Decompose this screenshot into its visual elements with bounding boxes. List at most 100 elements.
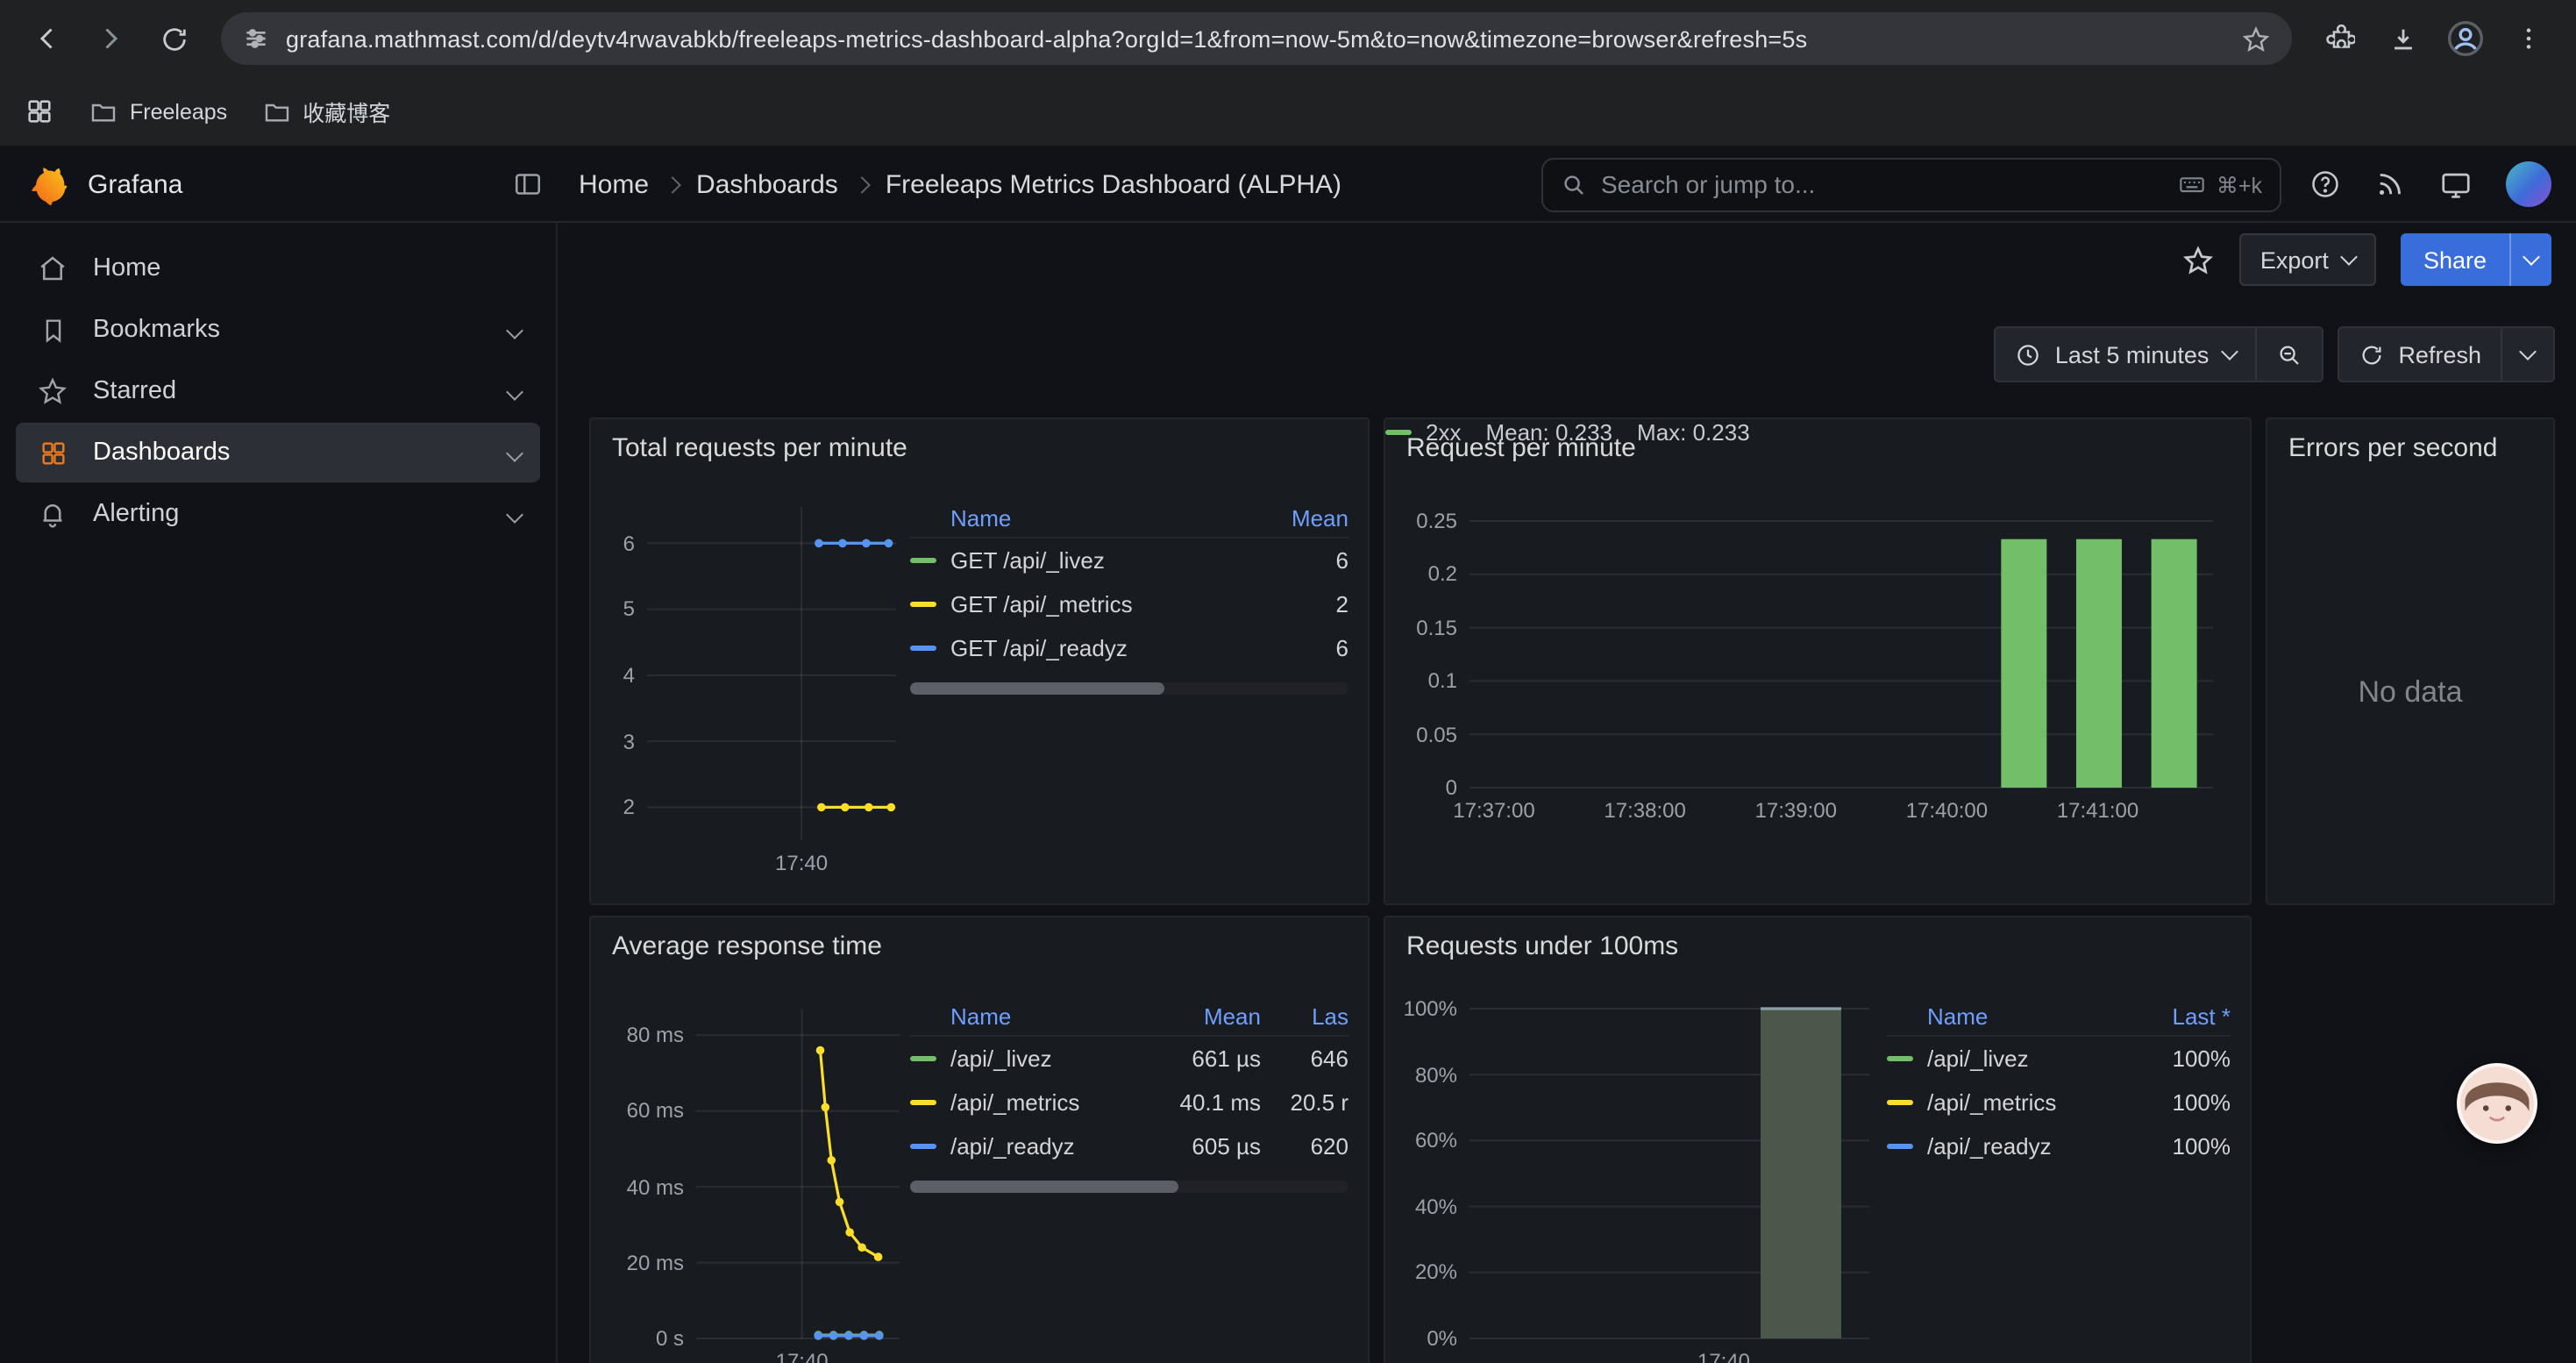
y-tick-label: 0% <box>1427 1326 1457 1351</box>
panel-title[interactable]: Errors per second <box>2288 433 2497 463</box>
legend-column-header[interactable]: Mean <box>1156 1003 1261 1030</box>
chevron-down-icon[interactable] <box>509 439 521 467</box>
legend-header: Name Last * <box>1887 998 2231 1037</box>
extensions-icon[interactable] <box>2309 9 2369 68</box>
series-color-dash <box>910 1144 936 1149</box>
legend-series-name[interactable]: /api/_livez <box>910 1045 1142 1072</box>
sidebar-item-label: Dashboards <box>93 439 230 467</box>
refresh-interval-button[interactable] <box>2501 328 2553 381</box>
y-tick-label: 20 ms <box>627 1251 684 1275</box>
chevron-down-icon <box>2523 247 2540 265</box>
legend-series-name[interactable]: /api/_readyz <box>1887 1133 2118 1160</box>
time-range-button[interactable]: Last 5 minutes <box>1996 328 2255 381</box>
legend-column-header[interactable]: Name <box>910 1003 1142 1030</box>
legend-value: 661 µs <box>1156 1045 1261 1072</box>
search-input[interactable]: Search or jump to... ⌘+k <box>1541 157 2281 211</box>
x-tick-label: 17:41:00 <box>2028 798 2168 823</box>
site-settings-icon[interactable] <box>242 25 270 53</box>
legend-column-header[interactable]: Last * <box>2132 1003 2231 1030</box>
legend-column-header[interactable]: Name <box>1887 1003 2118 1030</box>
refresh-group: Refresh <box>2337 326 2555 382</box>
panel-title[interactable]: Requests under 100ms <box>1406 931 1678 961</box>
breadcrumb-dashboards[interactable]: Dashboards <box>696 169 838 199</box>
apps-grid-icon[interactable] <box>25 96 54 126</box>
legend-column-header[interactable]: Name <box>910 505 1243 532</box>
grafana-brand-name: Grafana <box>88 169 182 199</box>
legend-name-text: GET /api/_readyz <box>950 635 1128 661</box>
legend-series-name[interactable]: /api/_metrics <box>910 1089 1142 1116</box>
legend-scrollbar-thumb[interactable] <box>910 1181 1178 1193</box>
user-avatar[interactable] <box>2506 161 2551 207</box>
news-rss-icon[interactable] <box>2374 168 2406 200</box>
legend-column-header[interactable]: Las <box>1275 1003 1348 1030</box>
grafana-header: Grafana Home Dashboards Freeleaps Metric… <box>0 147 2576 223</box>
legend-series-name[interactable]: /api/_metrics <box>1887 1089 2118 1116</box>
monitor-icon[interactable] <box>2439 168 2473 201</box>
sidebar-item-home[interactable]: Home <box>16 239 540 298</box>
sidebar-item-starred[interactable]: Starred <box>16 361 540 421</box>
legend-column-header[interactable]: Mean <box>1257 505 1348 532</box>
screen: grafana.mathmast.com/d/deytv4rwavabkb/fr… <box>0 0 2576 1363</box>
legend-series-name[interactable]: GET /api/_livez <box>910 547 1243 574</box>
favorite-star-icon[interactable] <box>2181 243 2215 276</box>
back-icon[interactable] <box>18 9 77 68</box>
refresh-button[interactable]: Refresh <box>2338 328 2501 381</box>
y-tick-label: 60 ms <box>627 1099 684 1124</box>
x-tick-label: 17:40 <box>731 851 872 875</box>
dock-sidebar-icon[interactable] <box>512 168 544 200</box>
legend-name-text: /api/_metrics <box>1927 1089 2056 1116</box>
sidebar-item-label: Alerting <box>93 500 179 528</box>
browser-toolbar: grafana.mathmast.com/d/deytv4rwavabkb/fr… <box>0 0 2576 77</box>
url-text[interactable]: grafana.mathmast.com/d/deytv4rwavabkb/fr… <box>286 25 2225 52</box>
y-tick-label: 0 s <box>656 1326 684 1351</box>
legend-series-name[interactable]: /api/_readyz <box>910 1133 1142 1160</box>
y-tick-label: 40% <box>1415 1195 1457 1219</box>
breadcrumb-current: Freeleaps Metrics Dashboard (ALPHA) <box>886 169 1341 199</box>
bookmark-item-freeleaps[interactable]: Freeleaps <box>89 97 227 125</box>
legend-scrollbar-thumb[interactable] <box>910 682 1164 695</box>
zoom-out-button[interactable] <box>2254 328 2321 381</box>
refresh-icon <box>2358 341 2384 368</box>
y-tick-label: 4 <box>623 663 635 688</box>
legend-name-text: /api/_metrics <box>950 1089 1079 1116</box>
panel-title[interactable]: Request per minute <box>1406 433 1636 463</box>
legend-header: Name Mean <box>910 500 1348 539</box>
series-color-dash <box>910 1100 936 1105</box>
panel-title[interactable]: Total requests per minute <box>612 433 907 463</box>
legend-scrollbar-track[interactable] <box>910 682 1348 695</box>
floating-assistant-avatar[interactable] <box>2457 1063 2537 1144</box>
reload-icon[interactable] <box>144 9 203 68</box>
legend-series-name[interactable]: GET /api/_metrics <box>910 591 1243 617</box>
url-bar[interactable]: grafana.mathmast.com/d/deytv4rwavabkb/fr… <box>221 12 2292 65</box>
legend-scrollbar-track[interactable] <box>910 1181 1348 1193</box>
breadcrumb-home[interactable]: Home <box>579 169 649 199</box>
legend-row: /api/_metrics40.1 ms20.5 r <box>910 1081 1348 1124</box>
forward-icon[interactable] <box>81 9 140 68</box>
download-icon[interactable] <box>2373 9 2432 68</box>
sidebar: HomeBookmarksStarred Dashboards Alerting <box>0 223 558 1363</box>
grid-icon <box>35 435 70 470</box>
y-tick-label: 40 ms <box>627 1174 684 1199</box>
share-menu-button[interactable] <box>2509 233 2551 286</box>
share-button[interactable]: Share <box>2401 233 2509 286</box>
panel-title[interactable]: Average response time <box>612 931 882 961</box>
time-range-group: Last 5 minutes <box>1994 326 2323 382</box>
legend-value: 100% <box>2132 1133 2231 1160</box>
chevron-down-icon[interactable] <box>509 377 521 405</box>
legend-max: Max: 0.233 <box>1637 419 1750 446</box>
sidebar-item-alerting[interactable]: Alerting <box>16 484 540 544</box>
profile-avatar-icon[interactable] <box>2436 9 2495 68</box>
legend-series-name[interactable]: /api/_livez <box>1887 1045 2118 1072</box>
bookmark-star-icon[interactable] <box>2241 24 2271 54</box>
help-icon[interactable] <box>2309 168 2341 200</box>
bell-icon <box>35 496 70 532</box>
export-button[interactable]: Export <box>2239 233 2376 286</box>
sidebar-item-bookmarks[interactable]: Bookmarks <box>16 300 540 360</box>
browser-menu-icon[interactable] <box>2499 9 2558 68</box>
sidebar-item-dashboards[interactable]: Dashboards <box>16 423 540 482</box>
legend-series-name[interactable]: GET /api/_readyz <box>910 635 1243 661</box>
chevron-down-icon[interactable] <box>509 316 521 344</box>
bookmark-item-blog[interactable]: 收藏博客 <box>262 95 390 128</box>
chevron-down-icon[interactable] <box>509 500 521 528</box>
folder-icon <box>262 97 290 125</box>
